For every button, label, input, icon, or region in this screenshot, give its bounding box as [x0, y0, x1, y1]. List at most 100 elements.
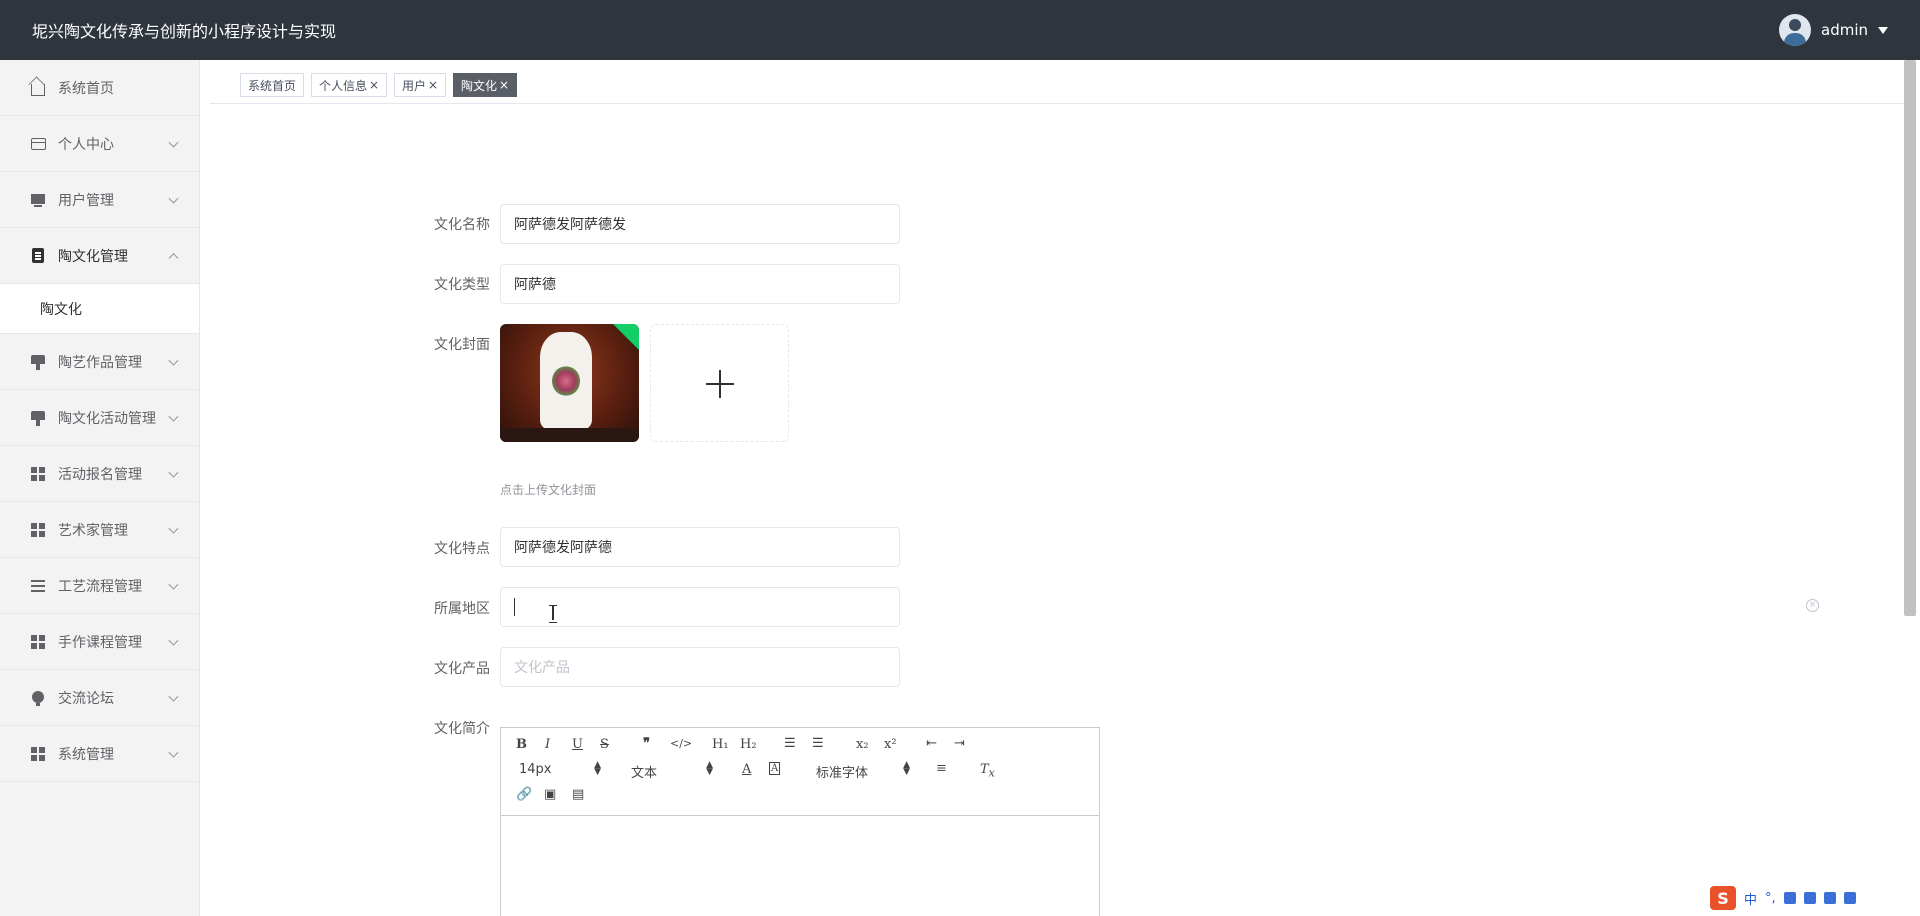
bullet-list-icon[interactable]: ☰: [812, 736, 824, 751]
culture-name-label: 文化名称: [434, 217, 490, 233]
sidebar-subitem-pottery-culture[interactable]: 陶文化: [0, 284, 199, 334]
header-1-icon[interactable]: H₁: [712, 737, 729, 752]
sidebar-item-pottery-culture-management[interactable]: 陶文化管理: [0, 228, 199, 284]
chevron-down-icon: [168, 137, 179, 148]
upload-success-badge: [613, 324, 639, 350]
outdent-icon[interactable]: ⇤: [926, 736, 937, 751]
cover-upload-hint: 点击上传文化封面: [500, 483, 597, 497]
user-menu[interactable]: admin: [1779, 14, 1888, 46]
header-2-icon[interactable]: H₂: [740, 737, 757, 752]
avatar[interactable]: [1779, 14, 1811, 46]
link-icon[interactable]: 🔗: [516, 787, 532, 802]
close-icon[interactable]: ×: [499, 78, 509, 92]
grid-icon: [30, 522, 46, 538]
block-type-select[interactable]: 文本 ▲ ▼: [631, 760, 713, 782]
select-arrows-icon: ▲ ▼: [706, 760, 713, 777]
sidebar-item-artists[interactable]: 艺术家管理: [0, 502, 199, 558]
caret-down-icon[interactable]: [1878, 26, 1888, 34]
sidebar-item-handcraft-courses[interactable]: 手作课程管理: [0, 614, 199, 670]
superscript-icon[interactable]: x²: [884, 737, 897, 752]
sidebar-item-home[interactable]: 系统首页: [0, 60, 199, 116]
sidebar-item-system-management[interactable]: 系统管理: [0, 726, 199, 782]
skin-icon[interactable]: [1823, 892, 1836, 904]
select-arrows-icon: ▲ ▼: [903, 760, 910, 777]
sidebar-item-personal-center[interactable]: 个人中心: [0, 116, 199, 172]
culture-name-input[interactable]: 阿萨德发阿萨德发: [500, 204, 900, 244]
clean-format-icon[interactable]: Tx: [980, 762, 995, 780]
sidebar-item-label: 系统管理: [58, 746, 114, 763]
vertical-scrollbar[interactable]: [1904, 60, 1916, 616]
chevron-down-icon: [168, 579, 179, 590]
username[interactable]: admin: [1821, 21, 1868, 39]
sidebar-item-pottery-works[interactable]: 陶艺作品管理: [0, 334, 199, 390]
toolbox-icon[interactable]: [1843, 892, 1856, 904]
culture-intro-label: 文化简介: [434, 721, 490, 737]
cover-image-thumbnail[interactable]: [500, 324, 639, 442]
chevron-down-icon: [168, 411, 179, 422]
bold-icon[interactable]: B: [516, 737, 527, 752]
region-input[interactable]: [500, 587, 900, 627]
sidebar-item-label: 活动报名管理: [58, 466, 142, 483]
blockquote-icon[interactable]: ❞: [643, 736, 650, 751]
sidebar-item-culture-activities[interactable]: 陶文化活动管理: [0, 390, 199, 446]
image-icon[interactable]: ▣: [544, 787, 556, 802]
grid-icon: [30, 634, 46, 650]
close-icon[interactable]: ×: [369, 78, 379, 92]
tab-pottery-culture[interactable]: 陶文化 ×: [453, 73, 518, 97]
ime-language[interactable]: 中: [1744, 889, 1757, 908]
tab-users[interactable]: 用户 ×: [394, 73, 447, 97]
subscript-icon[interactable]: x₂: [856, 737, 869, 752]
sogou-logo-icon[interactable]: S: [1710, 886, 1736, 910]
editor-toolbar: B I U S ❞ </> H₁ H₂ ☰ ☰ x₂ x² ⇤ ⇥ 14px ▲…: [501, 728, 1099, 816]
clipboard-icon: [30, 248, 46, 264]
chevron-down-icon: [168, 747, 179, 758]
sidebar-item-user-management[interactable]: 用户管理: [0, 172, 199, 228]
sidebar-item-label: 陶艺作品管理: [58, 354, 142, 371]
italic-icon[interactable]: I: [545, 737, 550, 752]
card-icon: [30, 136, 46, 152]
culture-product-input[interactable]: 文化产品: [500, 647, 900, 687]
background-color-icon[interactable]: A: [769, 762, 781, 775]
tab-label: 陶文化: [461, 78, 498, 93]
underline-icon[interactable]: U: [572, 737, 583, 752]
close-icon[interactable]: ×: [428, 78, 438, 92]
tab-home[interactable]: 系统首页: [240, 73, 305, 97]
chevron-down-icon: [168, 523, 179, 534]
culture-type-input[interactable]: 阿萨德: [500, 264, 900, 304]
brush-icon: [30, 354, 46, 370]
align-icon[interactable]: ≡: [936, 761, 947, 776]
tab-personal-info[interactable]: 个人信息 ×: [311, 73, 388, 97]
sidebar: 系统首页 个人中心 用户管理 陶文化管理 陶文化 陶艺作品管理 陶文化活动管理 …: [0, 60, 200, 916]
clear-icon[interactable]: ×: [1806, 599, 1819, 612]
code-block-icon[interactable]: </>: [670, 737, 692, 750]
sidebar-item-label: 个人中心: [58, 136, 114, 153]
video-icon[interactable]: ▤: [572, 787, 584, 802]
ordered-list-icon[interactable]: ☰: [784, 736, 796, 751]
home-icon: [30, 80, 46, 96]
tags-view: 系统首页 个人信息 × 用户 × 陶文化 ×: [210, 60, 1910, 104]
bulb-icon: [30, 690, 46, 706]
text-color-icon[interactable]: A: [742, 762, 751, 777]
sidebar-item-label: 工艺流程管理: [58, 578, 142, 595]
top-header: 坭兴陶文化传承与创新的小程序设计与实现 admin: [0, 0, 1920, 60]
sidebar-item-craft-process[interactable]: 工艺流程管理: [0, 558, 199, 614]
culture-cover-label: 文化封面: [434, 337, 490, 353]
cover-upload-button[interactable]: [650, 324, 789, 442]
keyboard-icon[interactable]: [1803, 892, 1816, 904]
ime-toolbar[interactable]: S 中 °,: [1706, 884, 1916, 912]
sidebar-item-activity-signup[interactable]: 活动报名管理: [0, 446, 199, 502]
microphone-icon[interactable]: [1783, 892, 1796, 904]
ibeam-cursor-icon: [548, 605, 558, 623]
ime-punctuation[interactable]: °,: [1765, 891, 1776, 906]
font-size-select[interactable]: 14px ▲ ▼: [519, 761, 601, 778]
font-family-select[interactable]: 标准字体 ▲ ▼: [816, 760, 910, 782]
culture-type-label: 文化类型: [434, 277, 490, 293]
sidebar-item-label: 系统首页: [58, 80, 114, 97]
strike-icon[interactable]: S: [600, 737, 609, 752]
sidebar-item-forum[interactable]: 交流论坛: [0, 670, 199, 726]
text-cursor: [514, 598, 515, 616]
sidebar-item-label: 艺术家管理: [58, 522, 128, 539]
monitor-icon: [30, 192, 46, 208]
culture-feature-input[interactable]: 阿萨德发阿萨德: [500, 527, 900, 567]
indent-icon[interactable]: ⇥: [954, 736, 965, 751]
